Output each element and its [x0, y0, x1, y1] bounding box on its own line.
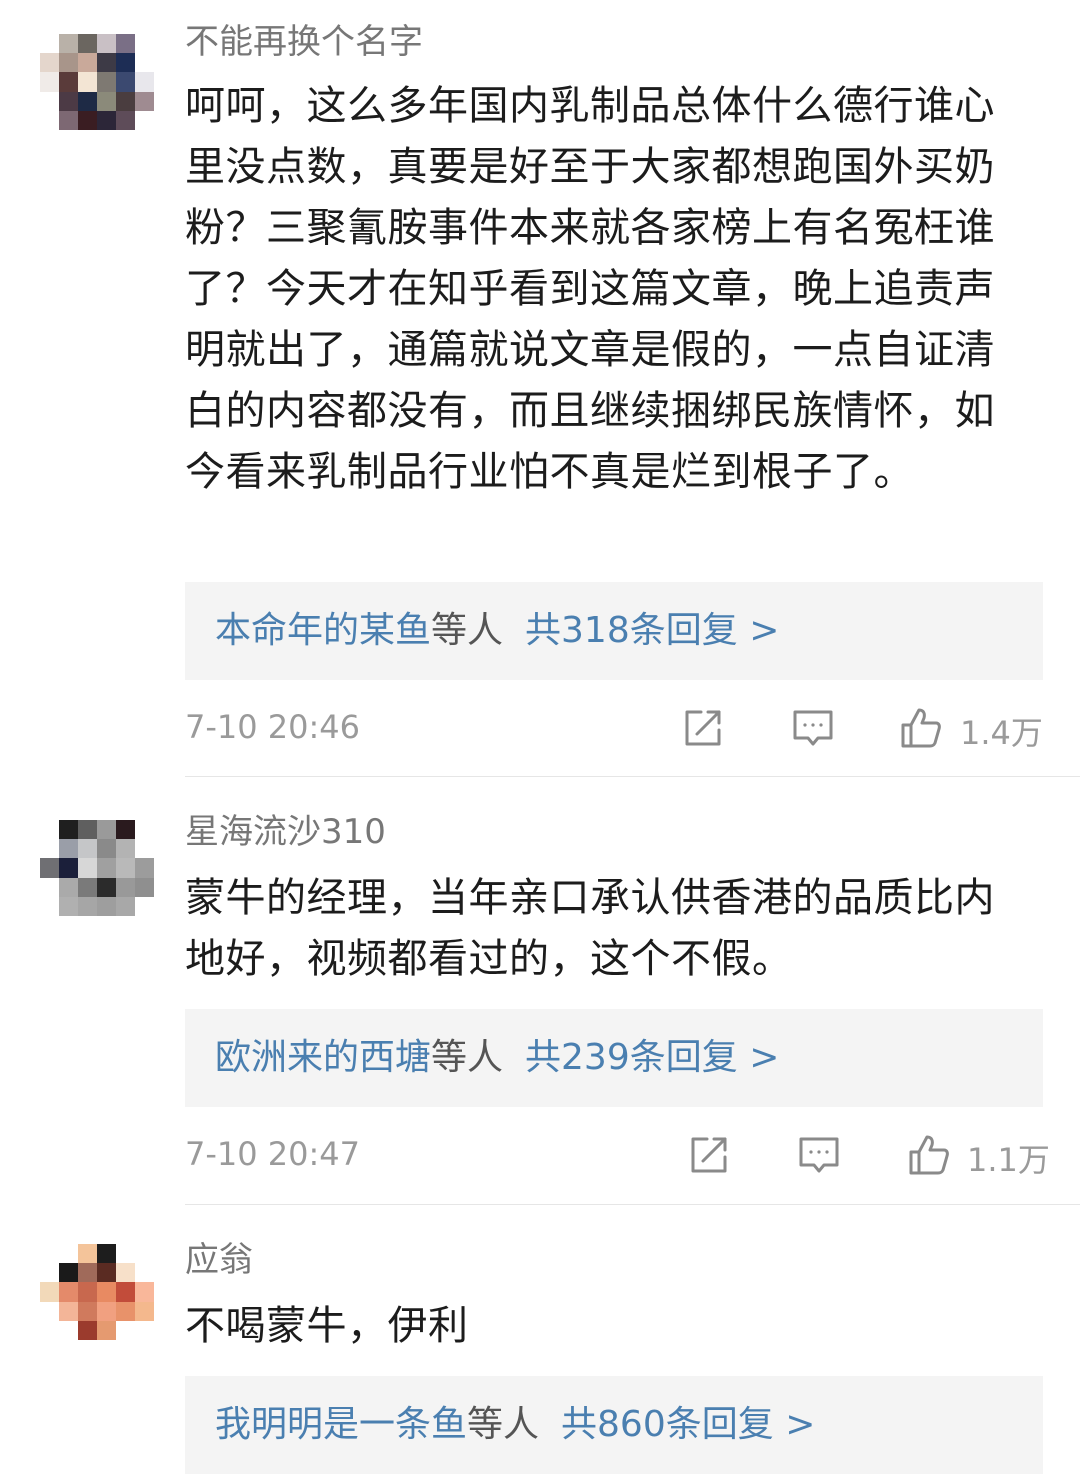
thumbs-up-icon[interactable] [899, 706, 943, 750]
comment-username[interactable]: 应翁 [185, 1238, 253, 1282]
comment-icon[interactable] [797, 1133, 841, 1177]
reply-user-link[interactable]: 欧洲来的西塘 [215, 1037, 431, 1078]
comment-actions: 7-10 20:47 1.1万 [185, 1127, 1050, 1187]
like-count: 1.1万 [967, 1141, 1050, 1179]
reply-etc-label: 等人 [431, 1037, 504, 1078]
comment-icon[interactable] [791, 706, 835, 750]
replies-summary[interactable]: 本命年的某鱼等人 共318条回复 > [185, 582, 1043, 680]
reply-etc-label: 等人 [431, 610, 504, 651]
replies-summary[interactable]: 我明明是一条鱼等人 共860条回复 > [185, 1376, 1043, 1474]
reply-count-link[interactable]: 共860条回复 > [561, 1404, 815, 1445]
thumbs-up-icon[interactable] [907, 1133, 951, 1177]
divider [185, 1204, 1080, 1205]
comment-timestamp: 7-10 20:46 [185, 708, 361, 746]
divider [185, 776, 1080, 777]
replies-summary[interactable]: 欧洲来的西塘等人 共239条回复 > [185, 1009, 1043, 1107]
replies-summary-text[interactable]: 我明明是一条鱼等人 共860条回复 > [215, 1376, 815, 1474]
reply-count-link[interactable]: 共318条回复 > [525, 610, 779, 651]
avatar[interactable] [40, 820, 154, 916]
comment-text: 蒙牛的经理，当年亲口承认供香港的品质比内地好，视频都看过的，这个不假。 [185, 875, 995, 982]
replies-summary-text[interactable]: 本命年的某鱼等人 共318条回复 > [215, 582, 779, 680]
like-count: 1.4万 [960, 714, 1043, 752]
reply-count-link[interactable]: 共239条回复 > [525, 1037, 779, 1078]
avatar[interactable] [40, 34, 154, 130]
comment-text: 呵呵，这么多年国内乳制品总体什么德行谁心里没点数，真要是好至于大家都想跑国外买奶… [185, 83, 995, 495]
avatar[interactable] [40, 1244, 154, 1340]
comment-timestamp: 7-10 20:47 [185, 1135, 361, 1173]
comment-username[interactable]: 不能再换个名字 [185, 20, 423, 64]
share-icon[interactable] [681, 706, 725, 750]
comment-text: 不喝蒙牛，伊利 [185, 1303, 469, 1349]
share-icon[interactable] [687, 1133, 731, 1177]
comment-actions: 7-10 20:46 1.4万 [185, 700, 1043, 760]
comment-username[interactable]: 星海流沙310 [185, 810, 386, 854]
reply-etc-label: 等人 [467, 1404, 540, 1445]
replies-summary-text[interactable]: 欧洲来的西塘等人 共239条回复 > [215, 1009, 779, 1107]
reply-user-link[interactable]: 本命年的某鱼 [215, 610, 431, 651]
reply-user-link[interactable]: 我明明是一条鱼 [215, 1404, 467, 1445]
